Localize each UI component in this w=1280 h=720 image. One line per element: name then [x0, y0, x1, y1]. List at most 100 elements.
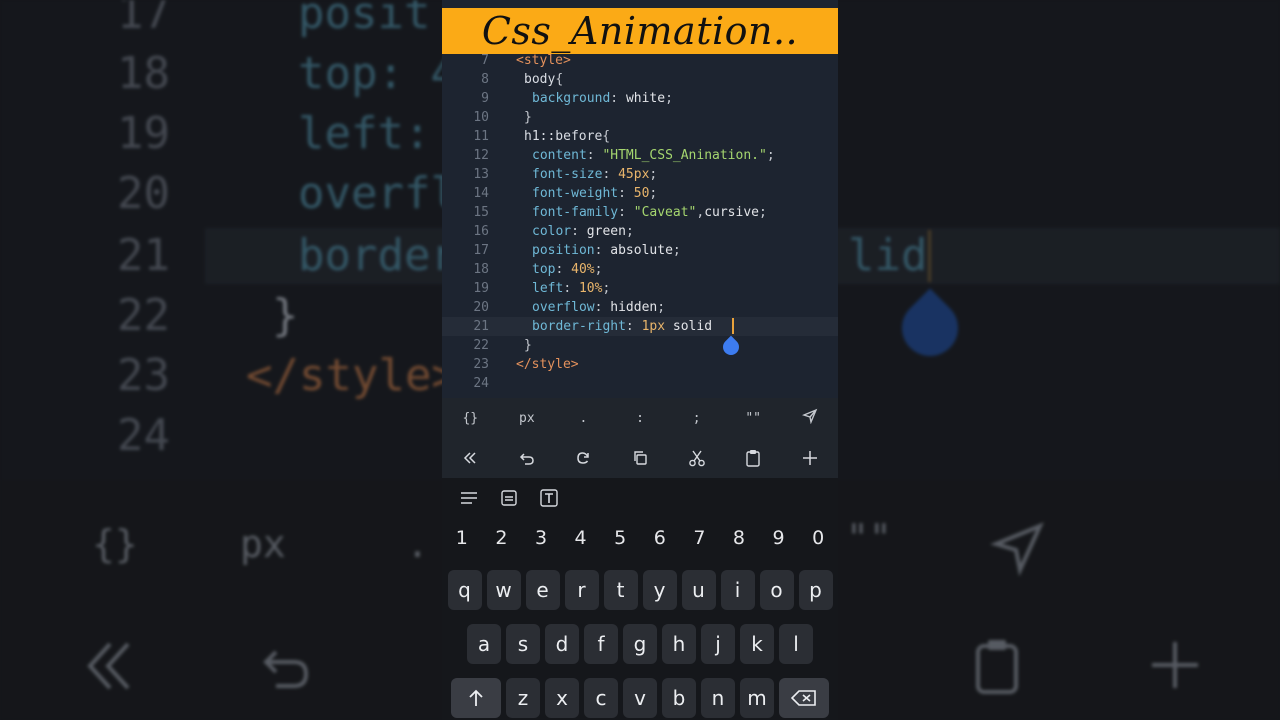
key-c[interactable]: c [584, 678, 618, 718]
line-code: font-family: "Caveat",cursive; [532, 203, 767, 222]
redo-icon[interactable] [555, 438, 612, 478]
code-line[interactable]: 13 font-size: 45px; [442, 165, 838, 184]
code-line[interactable]: 19 left: 10%; [442, 279, 838, 298]
code-editor[interactable]: 7 <style> 8 body{9 background: white; 10} 11 h1… [442, 54, 838, 398]
shift-key[interactable] [451, 678, 501, 718]
symbol-key-semicolon[interactable]: ; [668, 411, 725, 426]
key-d[interactable]: d [545, 624, 579, 664]
code-token: hidden [610, 300, 658, 315]
key-h[interactable]: h [662, 624, 696, 664]
line-code: </style> [516, 355, 579, 374]
code-token: : [555, 262, 572, 277]
code-line[interactable]: 16 color: green; [442, 222, 838, 241]
double-chevron-left-icon[interactable] [442, 438, 499, 478]
code-line[interactable]: 7 <style> [442, 54, 838, 70]
code-token: white [625, 91, 666, 106]
shift-icon [469, 689, 483, 706]
code-token: % [586, 262, 595, 277]
key-t[interactable]: t [603, 570, 638, 610]
code-line[interactable]: 15 font-family: "Caveat",cursive; [442, 203, 838, 222]
code-token: 10 [578, 281, 595, 296]
symbol-key-colon[interactable]: : [612, 411, 669, 426]
code-line[interactable]: 8 body{ [442, 70, 838, 89]
line-code: background: white; [532, 89, 673, 108]
key-6[interactable]: 6 [640, 524, 680, 554]
clipboard-list-icon[interactable] [498, 487, 520, 509]
copy-icon[interactable] [612, 438, 669, 478]
key-8[interactable]: 8 [719, 524, 759, 554]
align-icon[interactable] [458, 487, 480, 509]
code-line[interactable]: 10} [442, 108, 838, 127]
key-r[interactable]: r [564, 570, 599, 610]
key-p[interactable]: p [798, 570, 833, 610]
plus-icon[interactable] [781, 438, 838, 478]
key-9[interactable]: 9 [759, 524, 799, 554]
key-e[interactable]: e [525, 570, 560, 610]
code-token: "HTML_CSS_Anination." [602, 148, 767, 163]
key-q[interactable]: q [447, 570, 482, 610]
key-f[interactable]: f [584, 624, 618, 664]
code-token: ; [594, 262, 603, 277]
code-line[interactable]: 11 h1::before{ [442, 127, 838, 146]
line-number: 12 [473, 148, 489, 163]
key-l[interactable]: l [779, 624, 813, 664]
text-icon[interactable] [538, 487, 560, 509]
key-2[interactable]: 2 [482, 524, 522, 554]
code-line[interactable]: 21 border-right: 1px solid [442, 317, 838, 336]
code-line[interactable]: 23 </style> [442, 355, 838, 374]
line-number: 11 [473, 129, 489, 144]
key-m[interactable]: m [740, 678, 774, 718]
symbol-key-dot[interactable]: . [555, 411, 612, 426]
backspace-icon [791, 690, 816, 706]
key-w[interactable]: w [486, 570, 521, 610]
code-token: : [594, 243, 611, 258]
key-3[interactable]: 3 [521, 524, 561, 554]
key-4[interactable]: 4 [561, 524, 601, 554]
code-token: : [618, 186, 634, 201]
key-k[interactable]: k [740, 624, 774, 664]
code-line[interactable]: 17 position: absolute; [442, 241, 838, 260]
key-s[interactable]: s [506, 624, 540, 664]
symbol-key-px[interactable]: px [499, 411, 556, 426]
symbol-key-braces[interactable]: {} [442, 411, 499, 426]
key-i[interactable]: i [720, 570, 755, 610]
line-code: top: 40%; [532, 260, 602, 279]
key-5[interactable]: 5 [600, 524, 640, 554]
key-b[interactable]: b [662, 678, 696, 718]
key-j[interactable]: j [701, 624, 735, 664]
key-a[interactable]: a [467, 624, 501, 664]
line-number: 22 [473, 338, 489, 353]
key-u[interactable]: u [681, 570, 716, 610]
code-line[interactable]: 9 background: white; [442, 89, 838, 108]
line-number: 20 [473, 300, 489, 315]
cut-icon[interactable] [668, 438, 725, 478]
key-z[interactable]: z [506, 678, 540, 718]
backspace-key[interactable] [779, 678, 829, 718]
key-7[interactable]: 7 [680, 524, 720, 554]
code-token: { [602, 129, 611, 144]
paste-icon[interactable] [725, 438, 782, 478]
undo-icon[interactable] [499, 438, 556, 478]
code-line[interactable]: 24 [442, 374, 838, 393]
code-line[interactable]: 22} [442, 336, 838, 355]
key-y[interactable]: y [642, 570, 677, 610]
title-banner: Css_Animation.. [442, 8, 838, 54]
code-line[interactable]: 14 font-weight: 50; [442, 184, 838, 203]
code-token: border-right [532, 319, 626, 334]
key-row-2: a s d f g h j k l [442, 624, 838, 666]
key-0[interactable]: 0 [798, 524, 838, 554]
line-code: font-size: 45px; [532, 165, 657, 184]
key-x[interactable]: x [545, 678, 579, 718]
key-1[interactable]: 1 [442, 524, 482, 554]
code-token: ; [766, 148, 775, 163]
send-icon[interactable] [781, 408, 838, 428]
code-line[interactable]: 18 top: 40%; [442, 260, 838, 279]
code-line[interactable]: 20 overflow: hidden; [442, 298, 838, 317]
symbol-key-quotes[interactable]: "" [725, 411, 782, 426]
code-line[interactable]: 12 content: "HTML_CSS_Anination."; [442, 146, 838, 165]
key-o[interactable]: o [759, 570, 794, 610]
key-v[interactable]: v [623, 678, 657, 718]
key-n[interactable]: n [701, 678, 735, 718]
code-token: ; [657, 300, 666, 315]
key-g[interactable]: g [623, 624, 657, 664]
